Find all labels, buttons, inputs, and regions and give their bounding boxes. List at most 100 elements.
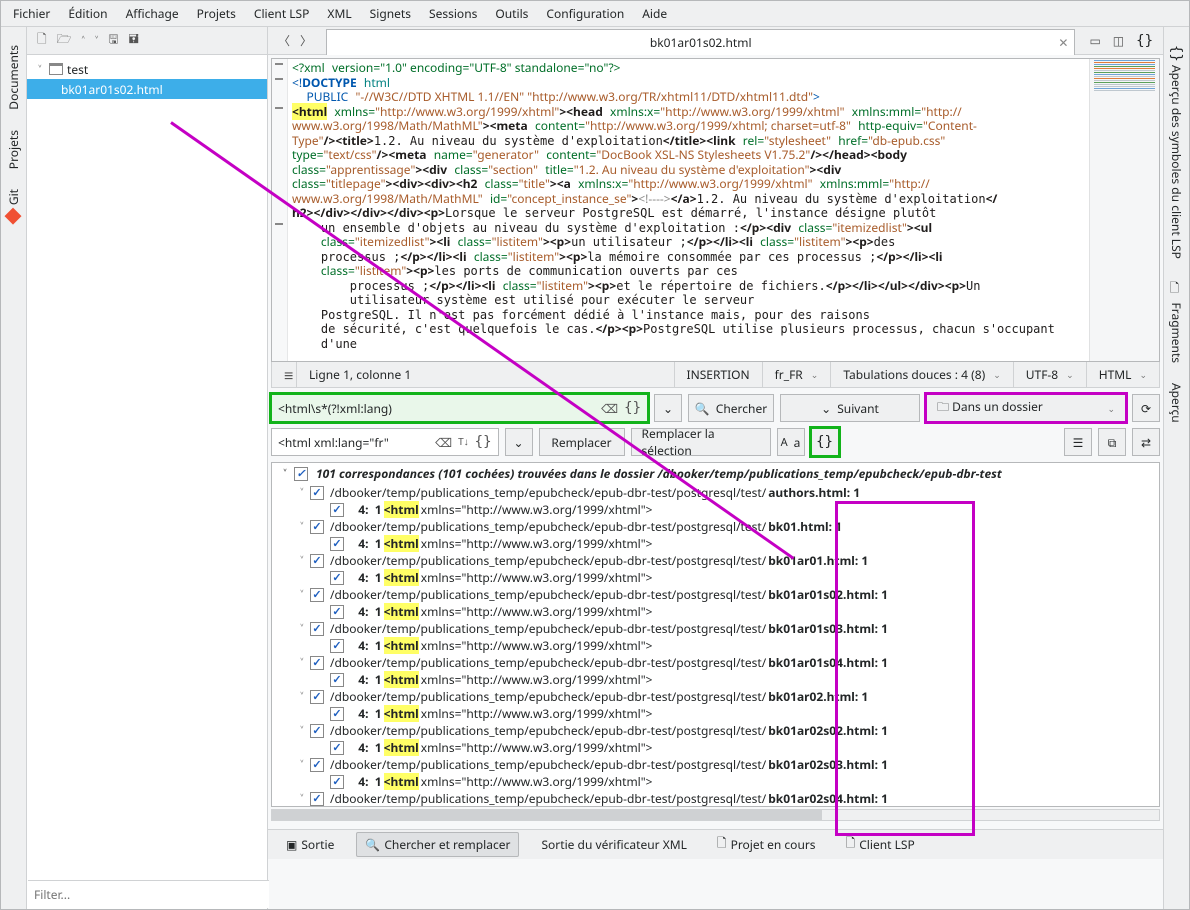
case-icon[interactable]: T↓: [458, 434, 469, 451]
minimap[interactable]: [1089, 59, 1159, 361]
status-menu-icon[interactable]: ≡: [272, 362, 296, 387]
expand-button[interactable]: ☰: [1064, 428, 1092, 456]
clear-icon[interactable]: ⌫: [601, 400, 618, 417]
code-editor[interactable]: <?xml version="1.0" encoding="UTF-8" sta…: [271, 58, 1160, 362]
search-results[interactable]: ˅101 correspondances (101 cochées) trouv…: [271, 462, 1160, 807]
result-match[interactable]: 4: 1 <html xmlns="http://www.w3.org/1999…: [272, 569, 1159, 586]
result-file[interactable]: ˅/dbooker/temp/publications_temp/epubche…: [272, 620, 1159, 637]
close-icon[interactable]: ✕: [1058, 34, 1068, 51]
checkbox[interactable]: [330, 605, 344, 619]
filter-box[interactable]: [28, 880, 269, 908]
find-dropdown[interactable]: ⌄: [654, 394, 682, 422]
nav-fwd-icon[interactable]: 〉: [300, 32, 312, 49]
result-match[interactable]: 4: 1 <html xmlns="http://www.w3.org/1999…: [272, 603, 1159, 620]
open-file-icon[interactable]: 🗁: [57, 30, 72, 51]
result-file[interactable]: ˅/dbooker/temp/publications_temp/epubche…: [272, 484, 1159, 501]
tab-project[interactable]: 🗋 Projet en cours: [709, 831, 824, 858]
replace-input[interactable]: <html xml:lang="fr" ⌫T↓{}: [271, 428, 499, 456]
new-tab-button[interactable]: ⧉: [1098, 428, 1126, 456]
checkbox[interactable]: [330, 503, 344, 517]
clear-icon[interactable]: ⌫: [435, 434, 452, 451]
checkbox[interactable]: [310, 520, 324, 534]
next-button[interactable]: ⌄ Suivant: [780, 394, 920, 422]
refresh-button[interactable]: ⟳: [1132, 394, 1160, 422]
rail-preview[interactable]: Aperçu: [1168, 383, 1185, 423]
result-file[interactable]: ˅/dbooker/temp/publications_temp/epubche…: [272, 722, 1159, 739]
filter-input[interactable]: [34, 886, 263, 903]
result-file[interactable]: ˅/dbooker/temp/publications_temp/epubche…: [272, 688, 1159, 705]
result-file[interactable]: ˅/dbooker/temp/publications_temp/epubche…: [272, 552, 1159, 569]
regex-icon[interactable]: {}: [475, 434, 492, 451]
menu-xml[interactable]: XML: [327, 5, 351, 22]
checkbox[interactable]: [330, 707, 344, 721]
menu-edit[interactable]: Édition: [68, 5, 107, 22]
save-icon[interactable]: 🖫: [108, 30, 118, 51]
rail-fragments[interactable]: 🗋 Fragments: [1166, 279, 1187, 363]
checkbox[interactable]: [294, 467, 308, 481]
menu-view[interactable]: Affichage: [126, 5, 179, 22]
checkbox[interactable]: [310, 588, 324, 602]
down-icon[interactable]: ˅: [95, 32, 98, 49]
result-file[interactable]: ˅/dbooker/temp/publications_temp/epubche…: [272, 654, 1159, 671]
new-file-icon[interactable]: 🗋: [37, 30, 47, 51]
status-lang[interactable]: HTML⌄: [1086, 362, 1159, 387]
settings-button[interactable]: ⇄: [1132, 428, 1160, 456]
checkbox[interactable]: [310, 622, 324, 636]
tree-file-selected[interactable]: bk01ar01s02.html: [27, 79, 267, 99]
up-icon[interactable]: ˄: [82, 32, 85, 49]
menu-sessions[interactable]: Sessions: [429, 5, 477, 22]
checkbox[interactable]: [330, 537, 344, 551]
result-file[interactable]: ˅/dbooker/temp/publications_temp/epubche…: [272, 790, 1159, 807]
checkbox[interactable]: [310, 554, 324, 568]
checkbox[interactable]: [310, 792, 324, 806]
result-match[interactable]: 4: 1 <html xmlns="http://www.w3.org/1999…: [272, 637, 1159, 654]
checkbox[interactable]: [330, 639, 344, 653]
tab-output[interactable]: ▣ Sortie: [278, 833, 342, 856]
split-v-icon[interactable]: ◫: [1113, 32, 1124, 49]
nav-back-icon[interactable]: 〈: [278, 32, 290, 49]
rail-projects[interactable]: Projets: [5, 130, 22, 169]
checkbox[interactable]: [310, 486, 324, 500]
status-tabs[interactable]: Tabulations douces : 4 (8)⌄: [830, 362, 1012, 387]
result-file[interactable]: ˅/dbooker/temp/publications_temp/epubche…: [272, 756, 1159, 773]
result-match[interactable]: 4: 1 <html xmlns="http://www.w3.org/1999…: [272, 535, 1159, 552]
checkbox[interactable]: [310, 724, 324, 738]
checkbox[interactable]: [330, 673, 344, 687]
tab-search-replace[interactable]: 🔍 Chercher et remplacer: [356, 832, 519, 857]
rail-documents[interactable]: Documents: [5, 45, 22, 110]
menu-file[interactable]: Fichier: [13, 5, 50, 22]
rail-lsp-symbols[interactable]: {} Aperçu des symboles du client LSP: [1168, 45, 1185, 259]
regex-toggle-button[interactable]: {}: [811, 428, 839, 456]
result-match[interactable]: 4: 1 <html xmlns="http://www.w3.org/1999…: [272, 773, 1159, 790]
rail-git[interactable]: Git: [5, 189, 22, 224]
checkbox[interactable]: [330, 775, 344, 789]
menu-config[interactable]: Configuration: [546, 5, 624, 22]
braces-icon[interactable]: {}: [1136, 33, 1153, 49]
status-mode[interactable]: INSERTION: [674, 362, 762, 387]
checkbox[interactable]: [310, 758, 324, 772]
checkbox[interactable]: [310, 656, 324, 670]
status-locale[interactable]: fr_FR⌄: [762, 362, 831, 387]
split-h-icon[interactable]: ▭: [1089, 32, 1100, 49]
replace-dropdown[interactable]: ⌄: [505, 428, 533, 456]
menu-tools[interactable]: Outils: [495, 5, 528, 22]
result-match[interactable]: 4: 1 <html xmlns="http://www.w3.org/1999…: [272, 671, 1159, 688]
replace-sel-button[interactable]: Remplacer la sélection: [631, 428, 771, 456]
menu-lsp[interactable]: Client LSP: [254, 5, 310, 22]
save-all-icon[interactable]: 🖬: [129, 30, 139, 51]
tree-folder[interactable]: ˅ test: [27, 59, 267, 79]
result-file[interactable]: ˅/dbooker/temp/publications_temp/epubche…: [272, 518, 1159, 535]
menu-projects[interactable]: Projets: [197, 5, 236, 22]
menu-bookmarks[interactable]: Signets: [370, 5, 411, 22]
status-encoding[interactable]: UTF-8⌄: [1013, 362, 1086, 387]
checkbox[interactable]: [330, 571, 344, 585]
result-match[interactable]: 4: 1 <html xmlns="http://www.w3.org/1999…: [272, 739, 1159, 756]
regex-icon[interactable]: {}: [624, 400, 641, 417]
checkbox[interactable]: [330, 741, 344, 755]
result-file[interactable]: ˅/dbooker/temp/publications_temp/epubche…: [272, 586, 1159, 603]
results-scrollbar[interactable]: [271, 809, 1160, 821]
find-button[interactable]: 🔍 Chercher: [688, 394, 774, 422]
result-match[interactable]: 4: 1 <html xmlns="http://www.w3.org/1999…: [272, 705, 1159, 722]
menu-help[interactable]: Aide: [642, 5, 667, 22]
editor-tab[interactable]: bk01ar01s02.html ✕: [326, 29, 1075, 55]
